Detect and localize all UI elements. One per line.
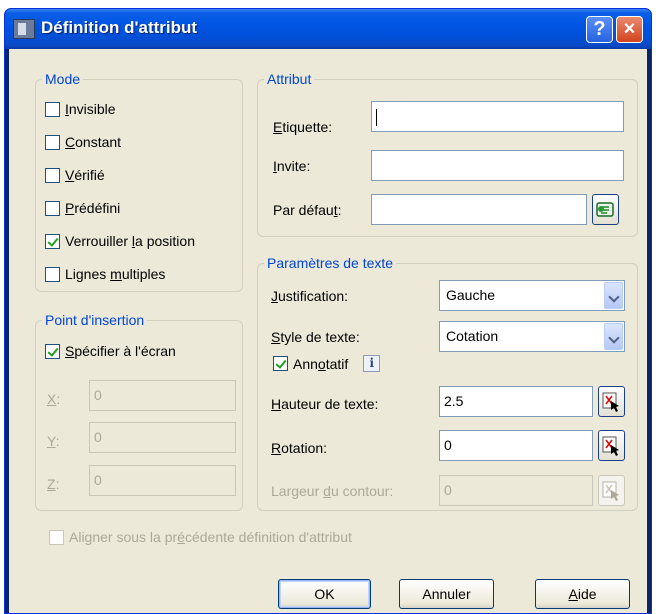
app-icon xyxy=(13,19,35,39)
y-input[interactable]: 0 xyxy=(89,422,236,453)
hauteur-texte-label: Hauteur de texte: xyxy=(271,396,379,412)
pick-point-icon xyxy=(602,436,619,456)
x-label: X: xyxy=(47,391,61,407)
mode-invisible-checkbox[interactable]: Invisible xyxy=(45,101,116,117)
style-texte-select[interactable]: Cotation xyxy=(439,321,625,352)
x-input[interactable]: 0 xyxy=(89,380,236,411)
style-texte-label: Style de texte: xyxy=(271,329,360,345)
largeur-pick-button[interactable] xyxy=(598,475,625,506)
checkbox-box[interactable] xyxy=(273,356,288,371)
invite-label: Invite: xyxy=(273,158,311,174)
checkbox-label: Lignes multiples xyxy=(65,266,166,282)
mode-verrouiller-checkbox[interactable]: Verrouiller la position xyxy=(45,233,195,249)
z-label: Z: xyxy=(47,476,60,492)
checkbox-label: Prédéfini xyxy=(65,200,121,216)
checkbox-label: Verrouiller la position xyxy=(65,233,195,249)
checkbox-box[interactable] xyxy=(45,134,60,150)
mode-verifie-checkbox[interactable]: Vérifié xyxy=(45,167,105,183)
invite-input[interactable] xyxy=(371,150,624,181)
justification-select[interactable]: Gauche xyxy=(439,280,625,311)
checkbox-box[interactable] xyxy=(45,167,60,183)
justification-value: Gauche xyxy=(446,287,496,303)
checkbox-box[interactable] xyxy=(45,233,60,249)
annotatif-checkbox[interactable]: Annotatif i xyxy=(273,355,381,372)
rotation-input[interactable]: 0 xyxy=(439,430,593,461)
pick-point-icon xyxy=(602,392,619,412)
checkbox-box[interactable] xyxy=(49,529,64,545)
mode-lignes-multiples-checkbox[interactable]: Lignes multiples xyxy=(45,266,165,282)
checkbox-label: Spécifier à l'écran xyxy=(65,343,176,359)
par-defaut-label: Par défaut: xyxy=(273,202,342,218)
title-bar[interactable]: Définition d'attribut ? × xyxy=(5,9,651,49)
insert-field-icon xyxy=(596,202,614,217)
info-icon[interactable]: i xyxy=(363,355,381,372)
aide-button[interactable]: Aide xyxy=(535,579,630,609)
largeur-contour-input[interactable]: 0 xyxy=(439,475,593,506)
justification-label: Justification: xyxy=(271,288,349,304)
hauteur-texte-input[interactable]: 2.5 xyxy=(439,386,593,417)
rotation-label: Rotation: xyxy=(271,440,328,456)
checkbox-label: Vérifié xyxy=(65,167,105,183)
checkbox-box[interactable] xyxy=(45,343,60,359)
chevron-down-icon[interactable] xyxy=(604,282,623,309)
attribut-legend: Attribut xyxy=(264,71,315,87)
text-caret xyxy=(376,108,377,126)
chevron-down-icon[interactable] xyxy=(604,323,623,350)
y-label: Y: xyxy=(47,433,60,449)
dialog-title: Définition d'attribut xyxy=(41,18,198,37)
rotation-pick-button[interactable] xyxy=(598,430,625,461)
aligner-checkbox[interactable]: Aligner sous la précédente définition d'… xyxy=(49,529,352,545)
checkbox-box[interactable] xyxy=(45,266,60,282)
mode-predefini-checkbox[interactable]: Prédéfini xyxy=(45,200,120,216)
help-button[interactable]: ? xyxy=(586,16,613,43)
specifier-ecran-checkbox[interactable]: Spécifier à l'écran xyxy=(45,343,176,359)
checkbox-label: Aligner sous la précédente définition d'… xyxy=(69,529,352,545)
close-button[interactable]: × xyxy=(616,16,643,43)
annuler-button[interactable]: Annuler xyxy=(399,579,494,609)
largeur-contour-label: Largeur du contour: xyxy=(271,483,394,499)
mode-constant-checkbox[interactable]: Constant xyxy=(45,134,121,150)
dialog-window: Définition d'attribut ? × Mode Invisible… xyxy=(4,8,652,614)
mode-legend: Mode xyxy=(42,71,84,87)
style-texte-value: Cotation xyxy=(446,328,499,344)
pick-point-icon xyxy=(602,481,619,501)
checkbox-box[interactable] xyxy=(45,200,60,216)
texte-legend: Paramètres de texte xyxy=(264,255,397,271)
ok-button[interactable]: OK xyxy=(278,579,371,609)
checkbox-label: Constant xyxy=(65,134,122,150)
etiquette-label: Etiquette: xyxy=(273,119,333,135)
insertion-legend: Point d'insertion xyxy=(42,312,148,328)
hauteur-pick-button[interactable] xyxy=(598,386,625,417)
etiquette-input[interactable] xyxy=(371,101,624,132)
checkbox-box[interactable] xyxy=(45,101,60,117)
z-input[interactable]: 0 xyxy=(89,465,236,496)
par-defaut-input[interactable] xyxy=(371,194,587,225)
dialog-body: Mode Invisible Constant Vérifié Prédéfin… xyxy=(9,49,647,613)
insert-field-button[interactable] xyxy=(592,194,619,225)
checkbox-label: Annotatif xyxy=(293,355,349,372)
checkbox-label: Invisible xyxy=(65,101,116,117)
